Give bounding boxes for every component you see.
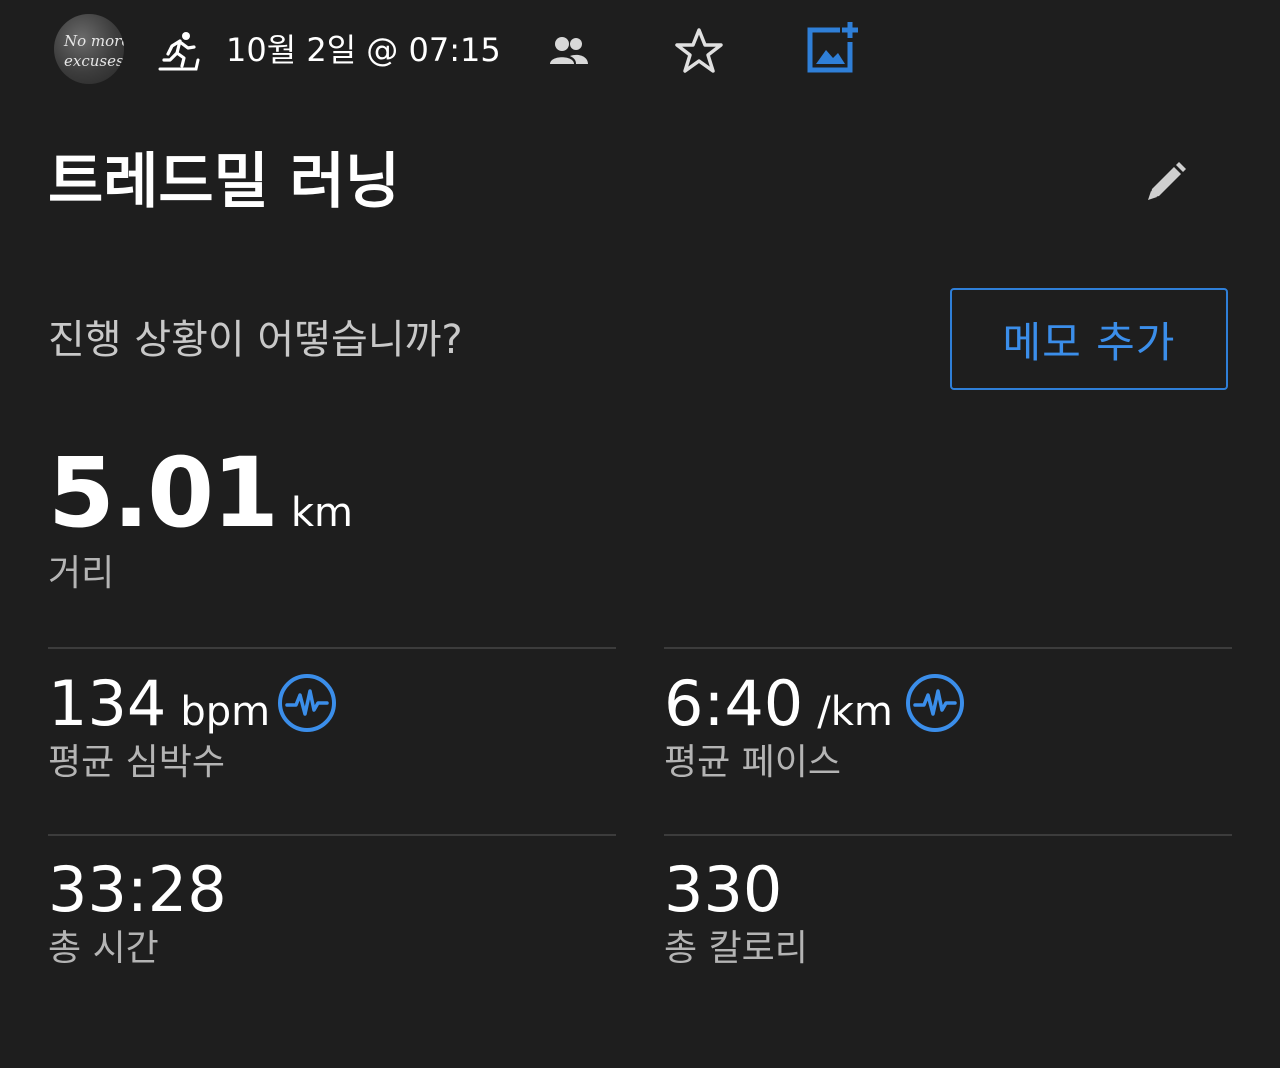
treadmill-running-icon (158, 32, 200, 71)
total-calories-value: 330 (664, 854, 782, 926)
add-photo-icon[interactable] (806, 20, 862, 76)
total-time-value: 33:28 (48, 854, 227, 926)
avg-heart-rate-value: 134 bpm (48, 668, 270, 740)
pulse-icon[interactable] (904, 672, 966, 734)
avg-pace-label: 평균 페이스 (664, 742, 842, 783)
add-memo-button[interactable]: 메모 추가 (950, 288, 1228, 390)
avg-heart-rate-label: 평균 심박수 (48, 742, 226, 783)
svg-text:No more: No more (63, 32, 124, 50)
pencil-icon[interactable] (1142, 158, 1190, 206)
avg-heart-rate-unit: bpm (180, 689, 271, 735)
avg-pace-number: 6:40 (664, 667, 804, 740)
divider (48, 834, 616, 836)
activity-date-time: 10월 2일 @ 07:15 (226, 31, 501, 69)
distance-value: 5.01 km (48, 438, 353, 548)
total-time-number: 33:28 (48, 853, 227, 926)
star-outline-icon[interactable] (674, 26, 724, 76)
total-calories-number: 330 (664, 853, 783, 926)
avg-pace-unit: /km (817, 689, 893, 735)
avatar-logo: No more excuses (63, 32, 124, 70)
svg-text:excuses: excuses (64, 52, 124, 70)
activity-title: 트레드밀 러닝 (48, 147, 401, 217)
avatar[interactable]: No more excuses (54, 14, 124, 84)
total-calories-label: 총 칼로리 (664, 928, 808, 969)
pulse-icon[interactable] (276, 672, 338, 734)
total-time-label: 총 시간 (48, 928, 159, 969)
people-icon[interactable] (548, 34, 590, 68)
avg-heart-rate-number: 134 (48, 667, 167, 740)
progress-prompt: 진행 상황이 어떻습니까? (48, 317, 463, 363)
distance-number: 5.01 (48, 437, 279, 549)
avg-pace-value: 6:40 /km (664, 668, 893, 740)
distance-unit: km (290, 490, 353, 536)
distance-label: 거리 (48, 553, 115, 594)
divider (664, 834, 1232, 836)
divider (664, 647, 1232, 649)
divider (48, 647, 616, 649)
